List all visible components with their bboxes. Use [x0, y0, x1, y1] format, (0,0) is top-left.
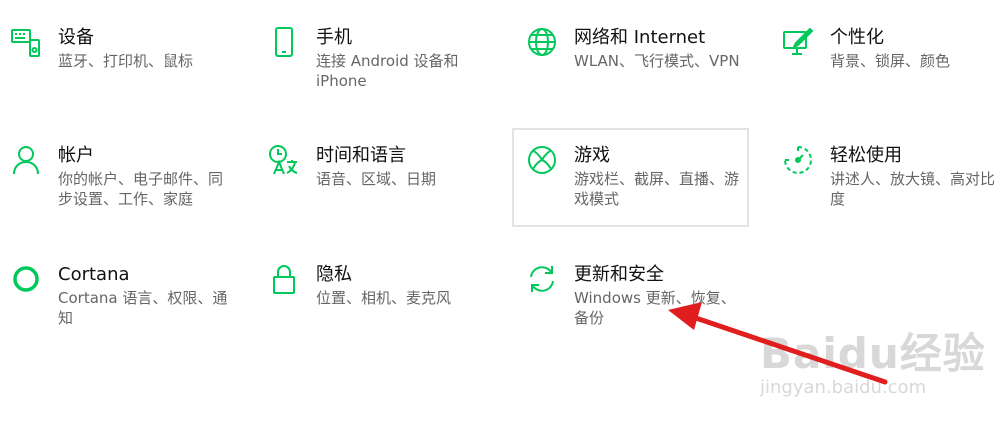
setting-privacy[interactable]: 隐私 位置、相机、麦克风	[268, 263, 504, 361]
keyboard-speaker-icon	[10, 26, 42, 58]
setting-title: 更新和安全	[574, 264, 664, 285]
setting-gaming[interactable]: 游戏 游戏栏、截屏、直播、游戏模式	[512, 128, 749, 227]
time-language-icon	[268, 144, 300, 176]
setting-description: 你的帐户、电子邮件、同步设置、工作、家庭	[58, 170, 224, 208]
globe-icon	[526, 26, 558, 58]
setting-phone[interactable]: 手机 连接 Android 设备和 iPhone	[268, 26, 504, 124]
lock-icon	[268, 263, 300, 295]
setting-description: 连接 Android 设备和 iPhone	[316, 52, 459, 90]
cortana-icon	[10, 263, 42, 295]
setting-title: 网络和 Internet	[574, 27, 706, 48]
setting-update-security[interactable]: 更新和安全 Windows 更新、恢复、备份	[526, 263, 762, 361]
setting-cortana[interactable]: Cortana Cortana 语言、权限、通知	[10, 263, 246, 361]
update-icon	[526, 263, 558, 295]
xbox-icon	[526, 144, 558, 176]
setting-title: 个性化	[830, 27, 884, 48]
setting-title: 游戏	[574, 145, 610, 166]
setting-title: 轻松使用	[830, 145, 902, 166]
setting-personalization[interactable]: 个性化 背景、锁屏、颜色	[782, 26, 1000, 124]
setting-ease-of-access[interactable]: 轻松使用 讲述人、放大镜、高对比度	[782, 144, 1000, 242]
setting-devices[interactable]: 设备 蓝牙、打印机、鼠标	[10, 26, 246, 124]
paintbrush-icon	[782, 26, 814, 58]
setting-title: 设备	[58, 27, 94, 48]
setting-network[interactable]: 网络和 Internet WLAN、飞行模式、VPN	[526, 26, 762, 124]
phone-icon	[268, 26, 300, 58]
ease-of-access-icon	[782, 144, 814, 176]
setting-title: 帐户	[58, 145, 94, 166]
baidu-watermark: Baidu经验 jingyan.baidu.com	[760, 320, 986, 398]
person-icon	[10, 144, 42, 176]
setting-description: 讲述人、放大镜、高对比度	[830, 170, 996, 208]
setting-accounts[interactable]: 帐户 你的帐户、电子邮件、同步设置、工作、家庭	[10, 144, 246, 242]
setting-title: 手机	[316, 27, 352, 48]
setting-title: Cortana	[58, 264, 130, 285]
setting-description: 位置、相机、麦克风	[316, 289, 452, 307]
setting-description: 游戏栏、截屏、直播、游戏模式	[574, 170, 740, 208]
setting-title: 隐私	[316, 264, 352, 285]
setting-description: Windows 更新、恢复、备份	[574, 289, 736, 327]
setting-description: 语音、区域、日期	[316, 170, 437, 188]
watermark-logo: Baidu经验	[760, 329, 986, 378]
setting-description: 背景、锁屏、颜色	[830, 52, 951, 70]
setting-time-language[interactable]: 时间和语言 语音、区域、日期	[268, 144, 504, 242]
setting-description: Cortana 语言、权限、通知	[58, 289, 228, 327]
setting-description: 蓝牙、打印机、鼠标	[58, 52, 194, 70]
setting-title: 时间和语言	[316, 145, 406, 166]
setting-description: WLAN、飞行模式、VPN	[574, 52, 740, 70]
